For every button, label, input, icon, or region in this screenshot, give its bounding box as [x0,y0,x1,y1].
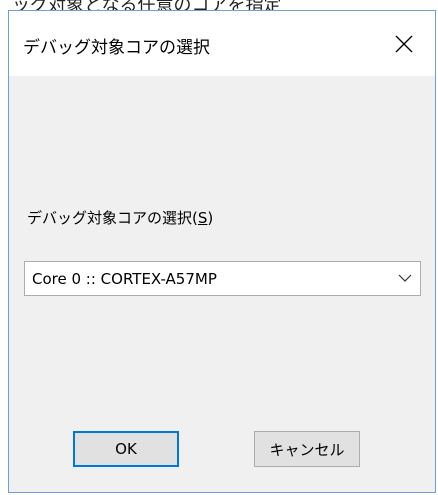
core-select-label-text: デバッグ対象コアの選択 [27,209,193,227]
core-select-value: Core 0 :: CORTEX-A57MP [32,270,217,288]
core-select-dialog: デバッグ対象コアの選択 デバッグ対象コアの選択(S) Core 0 :: COR… [8,10,436,493]
ok-button[interactable]: OK [73,431,179,467]
close-icon [395,35,413,52]
accelerator-close-paren: ) [207,209,214,227]
close-button[interactable] [373,11,435,76]
core-select-label: デバッグ対象コアの選択(S) [27,207,213,228]
core-select-dropdown[interactable]: Core 0 :: CORTEX-A57MP [24,261,421,296]
chevron-down-icon [398,274,412,282]
dialog-title: デバッグ対象コアの選択 [23,38,210,58]
cancel-button[interactable]: キャンセル [254,431,360,467]
accelerator-key: S [197,209,208,227]
title-bar: デバッグ対象コアの選択 [9,11,435,76]
